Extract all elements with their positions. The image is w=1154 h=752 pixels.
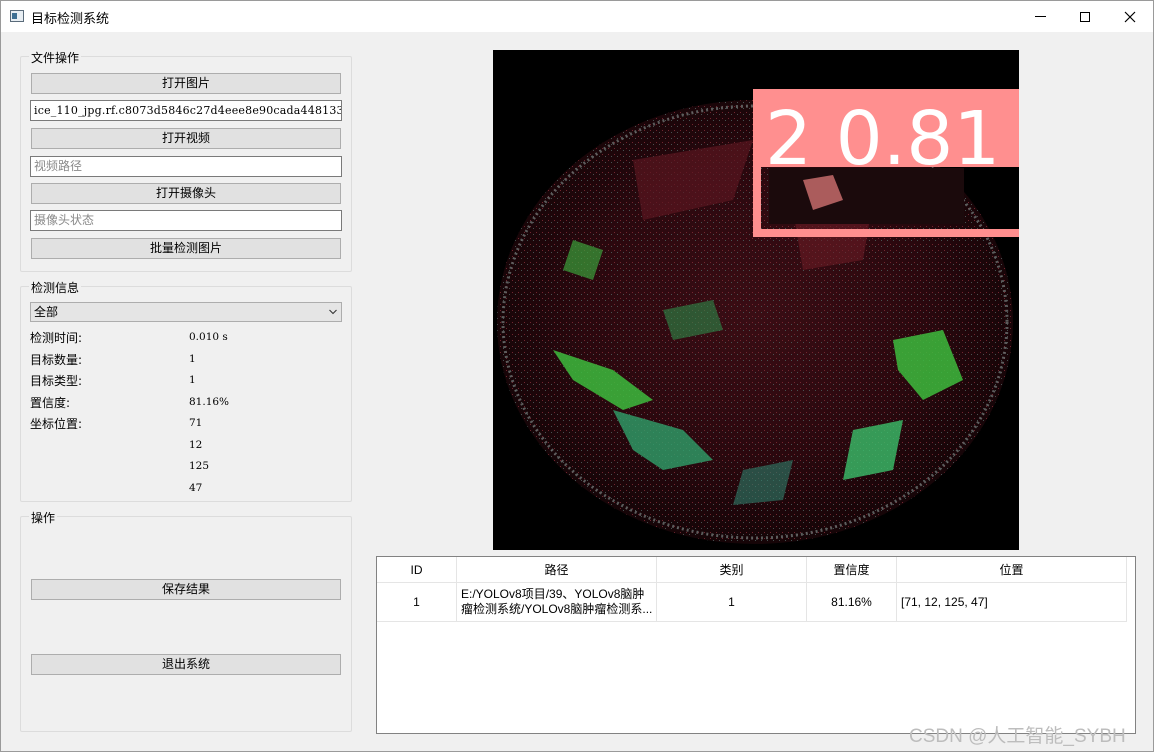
table-cell-position[interactable]: [71, 12, 125, 47] — [897, 583, 1127, 622]
coord-xmax-value: 125 — [189, 460, 210, 472]
detect-time-value: 0.010 s — [189, 331, 228, 343]
target-select[interactable]: 全部 — [30, 302, 342, 322]
detect-time-label: 检测时间: — [30, 331, 83, 345]
app-window: 目标检测系统 文件操作 打开图片 ice_110_jpg.rf.c8073d58… — [0, 0, 1154, 752]
table-cell-id[interactable]: 1 — [377, 583, 457, 622]
table-cell-category[interactable]: 1 — [657, 583, 807, 622]
target-type-label: 目标类型: — [30, 374, 83, 388]
close-icon — [1124, 11, 1136, 22]
minimize-icon — [1034, 16, 1046, 17]
camera-status-placeholder: 摄像头状态 — [34, 213, 95, 227]
target-type-value: 1 — [189, 374, 196, 386]
image-path-field[interactable]: ice_110_jpg.rf.c8073d5846c27d4eee8e90cad… — [30, 100, 342, 121]
batch-detect-button[interactable]: 批量检测图片 — [31, 238, 341, 259]
mri-scan-graphic: 2 0.81 — [497, 89, 1019, 544]
column-header-category[interactable]: 类别 — [657, 557, 807, 583]
column-header-position[interactable]: 位置 — [897, 557, 1127, 583]
table-cell-confidence[interactable]: 81.16% — [807, 583, 897, 622]
detect-info-title: 检测信息 — [29, 279, 82, 296]
path-line-1: E:/YOLOv8项目/39、YOLOv8脑肿 — [461, 587, 645, 601]
target-count-value: 1 — [189, 353, 196, 365]
chevron-down-icon — [329, 309, 337, 315]
camera-status-field[interactable]: 摄像头状态 — [30, 210, 342, 231]
detection-preview-image: 2 0.81 — [493, 50, 1019, 550]
save-result-button[interactable]: 保存结果 — [31, 579, 341, 600]
coord-ymin-value: 12 — [189, 439, 203, 451]
maximize-button[interactable] — [1062, 1, 1108, 32]
window-title: 目标检测系统 — [31, 12, 110, 27]
confidence-value: 81.16% — [189, 396, 230, 408]
results-table[interactable]: ID 路径 类别 置信度 位置 1 E:/YOLOv8项目/39、YOLOv8脑… — [376, 556, 1136, 734]
coord-xmin-value: 71 — [189, 417, 203, 429]
column-header-id[interactable]: ID — [377, 557, 457, 583]
csdn-watermark: CSDN @人工智能_SYBH — [909, 726, 1126, 747]
coord-label: 坐标位置: — [30, 417, 83, 431]
operations-group: 操作 — [20, 509, 352, 732]
video-path-field[interactable]: 视频路径 — [30, 156, 342, 177]
target-count-label: 目标数量: — [30, 353, 83, 367]
operations-title: 操作 — [29, 509, 58, 526]
open-video-button[interactable]: 打开视频 — [31, 128, 341, 149]
file-ops-title: 文件操作 — [29, 49, 82, 66]
minimize-button[interactable] — [1017, 1, 1063, 32]
open-image-button[interactable]: 打开图片 — [31, 73, 341, 94]
maximize-icon — [1080, 11, 1090, 22]
exit-system-button[interactable]: 退出系统 — [31, 654, 341, 675]
video-path-placeholder: 视频路径 — [34, 159, 83, 173]
target-select-value: 全部 — [34, 305, 59, 319]
column-header-confidence[interactable]: 置信度 — [807, 557, 897, 583]
coord-ymax-value: 47 — [189, 482, 203, 494]
column-header-path[interactable]: 路径 — [457, 557, 657, 583]
table-cell-path[interactable]: E:/YOLOv8项目/39、YOLOv8脑肿 瘤检测系统/YOLOv8脑肿瘤检… — [457, 583, 657, 622]
app-window-icon — [10, 10, 24, 22]
confidence-label: 置信度: — [30, 396, 71, 410]
open-camera-button[interactable]: 打开摄像头 — [31, 183, 341, 204]
title-bar[interactable]: 目标检测系统 — [1, 1, 1153, 32]
close-button[interactable] — [1107, 1, 1153, 32]
path-line-2: 瘤检测系统/YOLOv8脑肿瘤检测系... — [461, 602, 653, 616]
